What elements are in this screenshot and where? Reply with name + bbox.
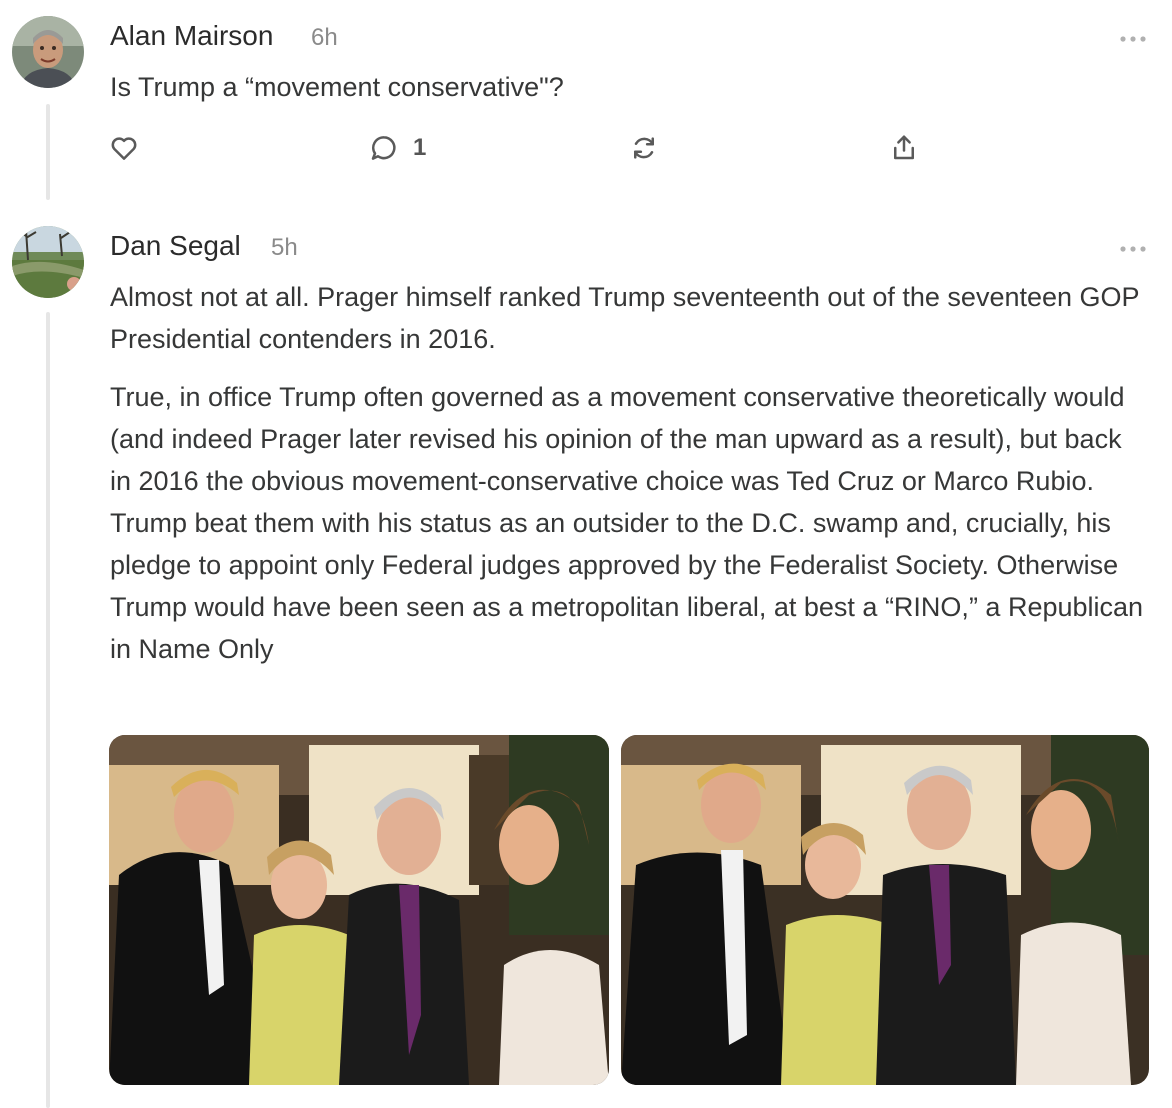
thread-line [46,312,50,1108]
comment-body: Is Trump a “movement conservative"? [110,72,564,102]
comment-paragraph: True, in office Trump often governed as … [110,382,1144,664]
share-button[interactable] [889,133,919,163]
reply-button[interactable]: 1 [369,133,426,163]
comment-body: Almost not at all. Prager himself ranked… [110,276,1150,686]
author-name[interactable]: Alan Mairson [110,20,273,52]
thread-line [46,104,50,200]
more-options-icon[interactable] [1119,32,1147,44]
heart-icon [111,137,137,160]
avatar[interactable] [12,226,84,298]
attached-photo[interactable] [621,735,1149,1085]
like-button[interactable] [109,133,139,163]
more-options-icon[interactable] [1119,242,1147,254]
avatar[interactable] [12,16,84,88]
restack-icon [634,137,654,159]
timestamp[interactable]: 6h [311,24,338,52]
reply-count: 1 [413,134,427,161]
author-name[interactable]: Dan Segal [110,230,241,262]
attached-photo[interactable] [109,735,609,1085]
share-icon [894,135,914,160]
restack-button[interactable] [629,133,659,163]
timestamp[interactable]: 5h [271,234,298,262]
comment-paragraph: Almost not at all. Prager himself ranked… [110,282,1140,354]
comment-icon [371,136,396,160]
